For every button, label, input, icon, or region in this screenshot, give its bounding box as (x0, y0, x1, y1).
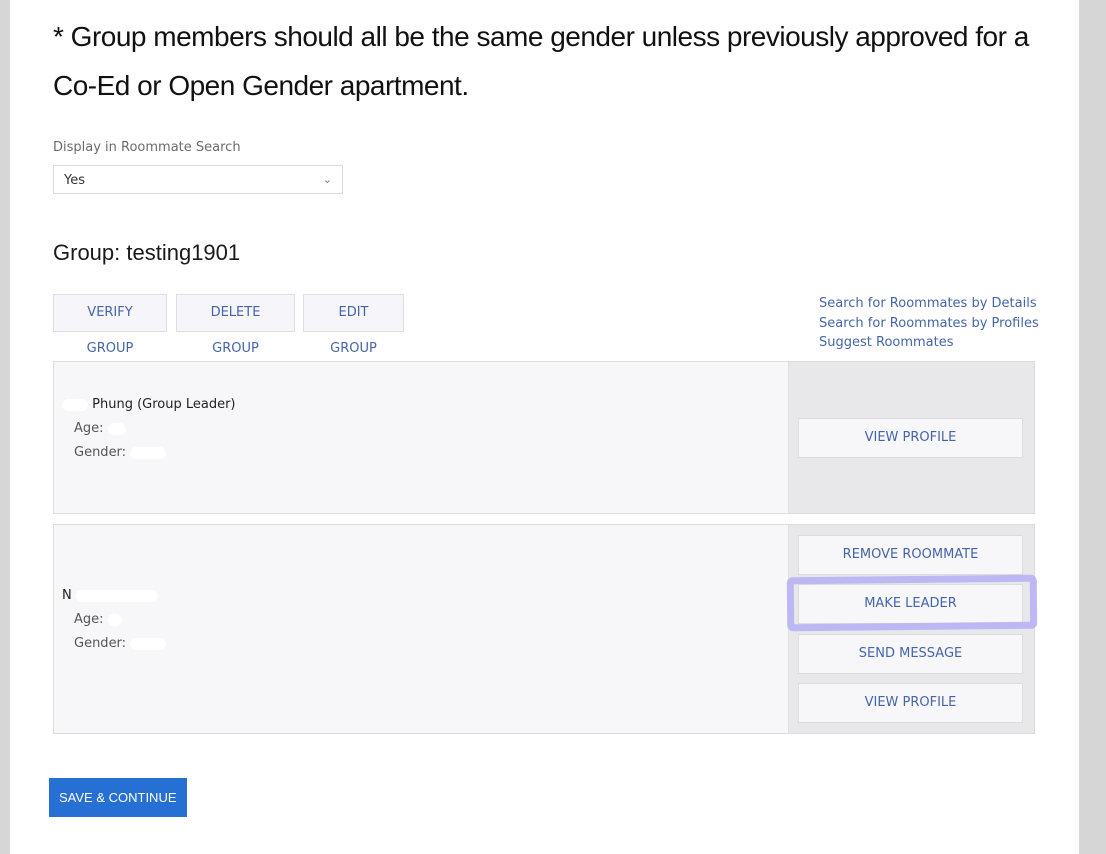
view-profile-button[interactable]: VIEW PROFILE (798, 418, 1023, 458)
remove-roommate-button[interactable]: REMOVE ROOMMATE (798, 535, 1023, 575)
redacted-text (62, 398, 88, 411)
make-leader-button[interactable]: MAKE LEADER (798, 584, 1023, 624)
member-card: Phung (Group Leader) Age: Gender: VIEW P… (53, 361, 1035, 514)
member-actions-panel: REMOVE ROOMMATE MAKE LEADER SEND MESSAGE… (788, 525, 1034, 733)
member-actions-panel: VIEW PROFILE (788, 362, 1034, 513)
group-title: Group: testing1901 (53, 240, 241, 265)
member-age: Age: (62, 417, 236, 441)
member-info: N Age: Gender: (62, 584, 167, 656)
member-name: Phung (Group Leader) (62, 393, 236, 417)
view-profile-button[interactable]: VIEW PROFILE (798, 683, 1023, 723)
search-by-profiles-link[interactable]: Search for Roommates by Profiles (819, 314, 1039, 334)
edit-group-button[interactable]: EDIT GROUP (303, 294, 404, 356)
redacted-text (75, 589, 158, 602)
search-by-details-link[interactable]: Search for Roommates by Details (819, 294, 1039, 314)
redacted-text (130, 446, 167, 459)
member-gender: Gender: (62, 441, 236, 465)
redacted-text (130, 637, 167, 650)
roommate-search-select[interactable]: Yes ⌄ (53, 165, 343, 194)
page-container: * Group members should all be the same g… (10, 0, 1079, 854)
member-card: N Age: Gender: REMOVE ROOMMATE MAKE LEAD… (53, 524, 1035, 734)
save-continue-button[interactable]: SAVE & CONTINUE (49, 778, 187, 817)
roommate-search-links: Search for Roommates by Details Search f… (819, 294, 1039, 353)
redacted-text (107, 422, 126, 435)
roommate-search-value: Yes (64, 173, 85, 188)
roommate-search-label: Display in Roommate Search (53, 140, 241, 155)
member-age: Age: (62, 608, 166, 632)
delete-group-button[interactable]: DELETE GROUP (176, 294, 295, 356)
member-info: Phung (Group Leader) Age: Gender: (62, 393, 236, 465)
gender-notice: * Group members should all be the same g… (53, 21, 1029, 101)
verify-group-button[interactable]: VERIFY GROUP (53, 294, 167, 356)
suggest-roommates-link[interactable]: Suggest Roommates (819, 333, 1039, 353)
member-name: N (62, 584, 166, 608)
send-message-button[interactable]: SEND MESSAGE (798, 634, 1023, 674)
chevron-down-icon: ⌄ (322, 173, 332, 186)
redacted-text (107, 613, 122, 626)
member-gender: Gender: (62, 632, 167, 656)
